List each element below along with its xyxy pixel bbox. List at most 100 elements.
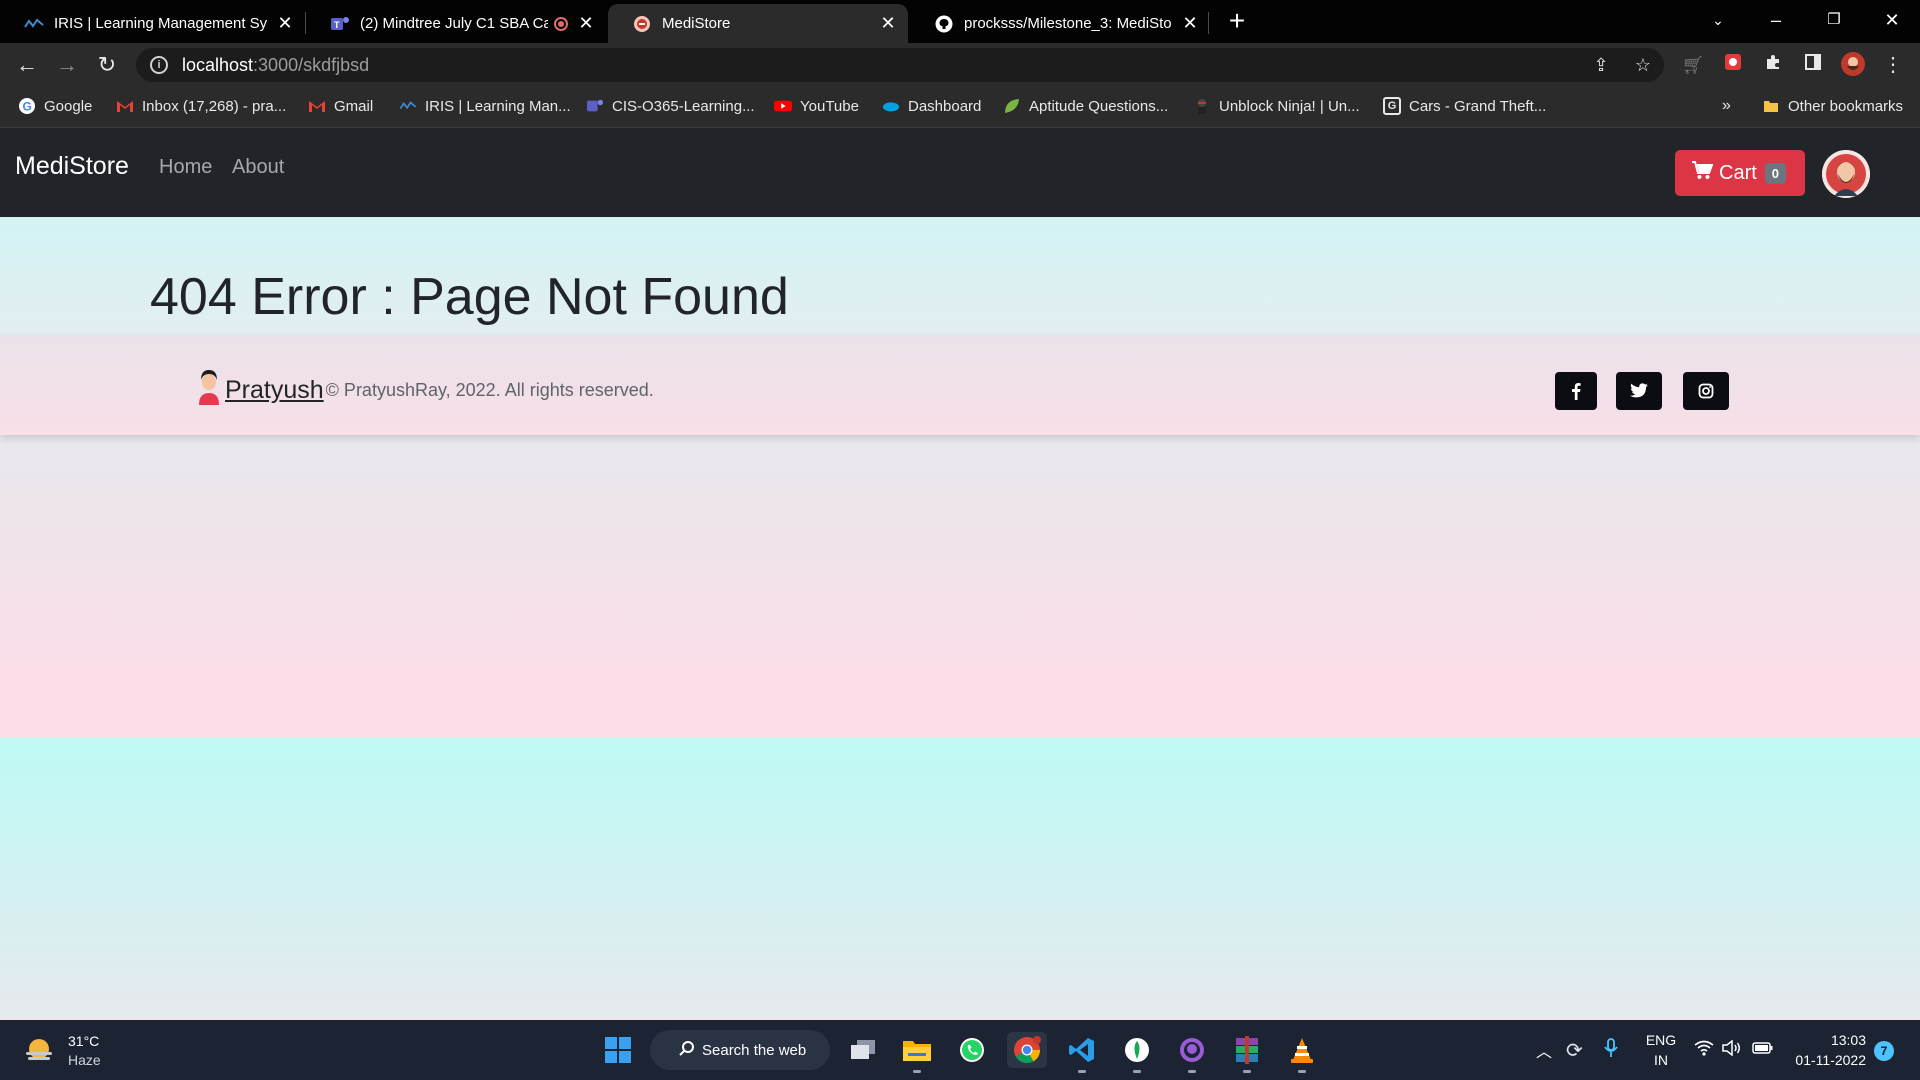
back-button[interactable]: ← bbox=[12, 50, 42, 80]
tab-search-button[interactable]: ⌄ bbox=[1690, 0, 1746, 40]
volume-icon[interactable] bbox=[1722, 1039, 1742, 1060]
winrar-icon[interactable] bbox=[1227, 1032, 1267, 1073]
other-bookmarks[interactable]: Other bookmarks bbox=[1762, 97, 1903, 115]
window-close-button[interactable]: ✕ bbox=[1864, 0, 1920, 40]
chrome-icon[interactable] bbox=[1007, 1032, 1047, 1068]
vlc-icon[interactable] bbox=[1282, 1032, 1322, 1073]
taskbar-search[interactable]: Search the web bbox=[650, 1030, 830, 1070]
task-view-icon[interactable] bbox=[843, 1032, 883, 1068]
bookmark-youtube[interactable]: YouTube bbox=[774, 97, 859, 115]
browser-tab-iris[interactable]: IRIS | Learning Management Syst ✕ bbox=[0, 4, 305, 43]
wifi-icon[interactable] bbox=[1694, 1040, 1714, 1060]
teams-icon bbox=[586, 97, 604, 115]
start-button[interactable] bbox=[598, 1032, 638, 1068]
svg-text:T: T bbox=[334, 20, 340, 30]
gmail-icon bbox=[308, 97, 326, 115]
whatsapp-icon[interactable] bbox=[952, 1032, 992, 1068]
facebook-icon[interactable] bbox=[1555, 372, 1597, 410]
instagram-icon[interactable] bbox=[1683, 372, 1729, 410]
forward-button[interactable]: → bbox=[52, 50, 82, 80]
profile-avatar-icon[interactable] bbox=[1840, 52, 1866, 78]
browser-tab-medistore[interactable]: MediStore ✕ bbox=[608, 4, 908, 43]
vscode-icon[interactable] bbox=[1062, 1032, 1102, 1073]
bookmark-label: Google bbox=[44, 97, 93, 115]
sync-icon[interactable]: ⟳ bbox=[1566, 1038, 1583, 1063]
twitter-icon[interactable] bbox=[1616, 372, 1662, 410]
restore-button[interactable]: ❐ bbox=[1806, 0, 1862, 40]
cart-extension-icon[interactable]: 🛒︎ bbox=[1680, 52, 1706, 78]
url-path: :3000/skdfjbsd bbox=[253, 54, 370, 75]
bookmark-unblock-ninja[interactable]: Unblock Ninja! | Un... bbox=[1193, 97, 1360, 115]
site-info-icon[interactable]: i bbox=[150, 56, 168, 74]
tab-title: MediStore bbox=[662, 15, 731, 32]
bookmark-dashboard[interactable]: Dashboard bbox=[882, 97, 981, 115]
notification-count-badge[interactable]: 7 bbox=[1874, 1041, 1894, 1061]
bookmarks-overflow-button[interactable]: » bbox=[1722, 97, 1731, 115]
search-icon bbox=[678, 1040, 696, 1062]
bookmark-label: Aptitude Questions... bbox=[1029, 97, 1169, 115]
google-icon: G bbox=[18, 97, 36, 115]
weather-temp: 31°C bbox=[68, 1033, 100, 1049]
bookmark-label: Inbox (17,268) - pra... bbox=[142, 97, 287, 115]
browser-tab-teams[interactable]: T (2) Mindtree July C1 SBA Call ✕ bbox=[306, 4, 606, 43]
site-brand[interactable]: MediStore bbox=[15, 152, 129, 181]
footer-user-link[interactable]: Pratyush bbox=[225, 376, 324, 405]
bookmark-inbox[interactable]: Inbox (17,268) - pra... bbox=[116, 97, 286, 115]
site-navbar: MediStore Home About Cart 0 bbox=[0, 128, 1920, 217]
bookmark-cis[interactable]: CIS-O365-Learning... bbox=[586, 97, 755, 115]
bookmark-label: YouTube bbox=[800, 97, 859, 115]
github-icon bbox=[934, 14, 954, 34]
svg-text:G: G bbox=[23, 100, 32, 114]
microphone-icon[interactable] bbox=[1604, 1038, 1618, 1062]
new-tab-button[interactable]: + bbox=[1222, 6, 1252, 36]
salesforce-icon bbox=[882, 97, 900, 115]
address-bar[interactable]: i localhost:3000/skdfjbsd bbox=[136, 48, 1664, 82]
battery-icon[interactable] bbox=[1752, 1041, 1774, 1059]
browser-toolbar: ← → ↻ i localhost:3000/skdfjbsd ⇪ ☆ 🛒︎ ⋮ bbox=[0, 43, 1920, 87]
close-icon[interactable]: ✕ bbox=[1180, 13, 1200, 34]
user-icon bbox=[195, 367, 223, 405]
cart-button[interactable]: Cart 0 bbox=[1675, 150, 1805, 196]
bookmark-cars[interactable]: G Cars - Grand Theft... bbox=[1383, 97, 1546, 115]
share-icon[interactable]: ⇪ bbox=[1588, 52, 1614, 78]
taskbar-clock[interactable]: 13:03 01-11-2022 bbox=[1790, 1030, 1866, 1070]
close-icon[interactable]: ✕ bbox=[576, 13, 596, 34]
error-banner: 404 Error : Page Not Found bbox=[0, 217, 1920, 335]
page-title: 404 Error : Page Not Found bbox=[150, 268, 789, 326]
leaf-icon bbox=[1003, 97, 1021, 115]
extension-red-icon[interactable] bbox=[1720, 52, 1746, 78]
nav-home-link[interactable]: Home bbox=[159, 156, 212, 179]
reload-button[interactable]: ↻ bbox=[92, 50, 122, 80]
minimize-button[interactable]: – bbox=[1748, 0, 1804, 40]
tab-title: IRIS | Learning Management Syst bbox=[54, 15, 267, 32]
weather-widget[interactable]: 31°C Haze bbox=[22, 1032, 101, 1070]
nav-about-link[interactable]: About bbox=[232, 156, 284, 179]
chevron-up-icon[interactable]: ︿ bbox=[1536, 1038, 1552, 1062]
bookmark-aptitude[interactable]: Aptitude Questions... bbox=[1003, 97, 1168, 115]
browser-tab-github[interactable]: procksss/Milestone_3: MediStore ✕ bbox=[910, 4, 1210, 43]
page-viewport: MediStore Home About Cart 0 404 Error : … bbox=[0, 128, 1920, 1020]
user-avatar[interactable] bbox=[1822, 150, 1870, 198]
iris-icon bbox=[399, 97, 417, 115]
bookmark-google[interactable]: G Google bbox=[18, 97, 92, 115]
bookmark-iris[interactable]: IRIS | Learning Man... bbox=[399, 97, 571, 115]
tab-title: procksss/Milestone_3: MediStore bbox=[964, 15, 1172, 32]
footer-copyright: © PratyushRay, 2022. All rights reserved… bbox=[325, 380, 654, 400]
footer-credit: Pratyush © PratyushRay, 2022. All rights… bbox=[195, 367, 654, 405]
close-icon[interactable]: ✕ bbox=[878, 13, 898, 34]
bookmark-label: Other bookmarks bbox=[1788, 97, 1904, 115]
bookmark-label: Gmail bbox=[334, 97, 374, 115]
mongodb-compass-icon[interactable] bbox=[1117, 1032, 1157, 1073]
side-panel-icon[interactable] bbox=[1800, 52, 1826, 78]
file-explorer-icon[interactable] bbox=[897, 1032, 937, 1073]
windows-taskbar: 31°C Haze Search the web ︿ ⟳ ENG IN 13:0… bbox=[0, 1020, 1920, 1080]
folder-icon bbox=[1762, 97, 1780, 115]
bookmark-gmail[interactable]: Gmail bbox=[308, 97, 373, 115]
region-code: IN bbox=[1654, 1052, 1668, 1068]
extensions-puzzle-icon[interactable] bbox=[1760, 52, 1786, 78]
bookmark-star-icon[interactable]: ☆ bbox=[1630, 52, 1656, 78]
language-indicator[interactable]: ENG IN bbox=[1643, 1030, 1679, 1070]
close-icon[interactable]: ✕ bbox=[275, 13, 295, 34]
menu-icon[interactable]: ⋮ bbox=[1880, 52, 1906, 78]
github-desktop-icon[interactable] bbox=[1172, 1032, 1212, 1073]
